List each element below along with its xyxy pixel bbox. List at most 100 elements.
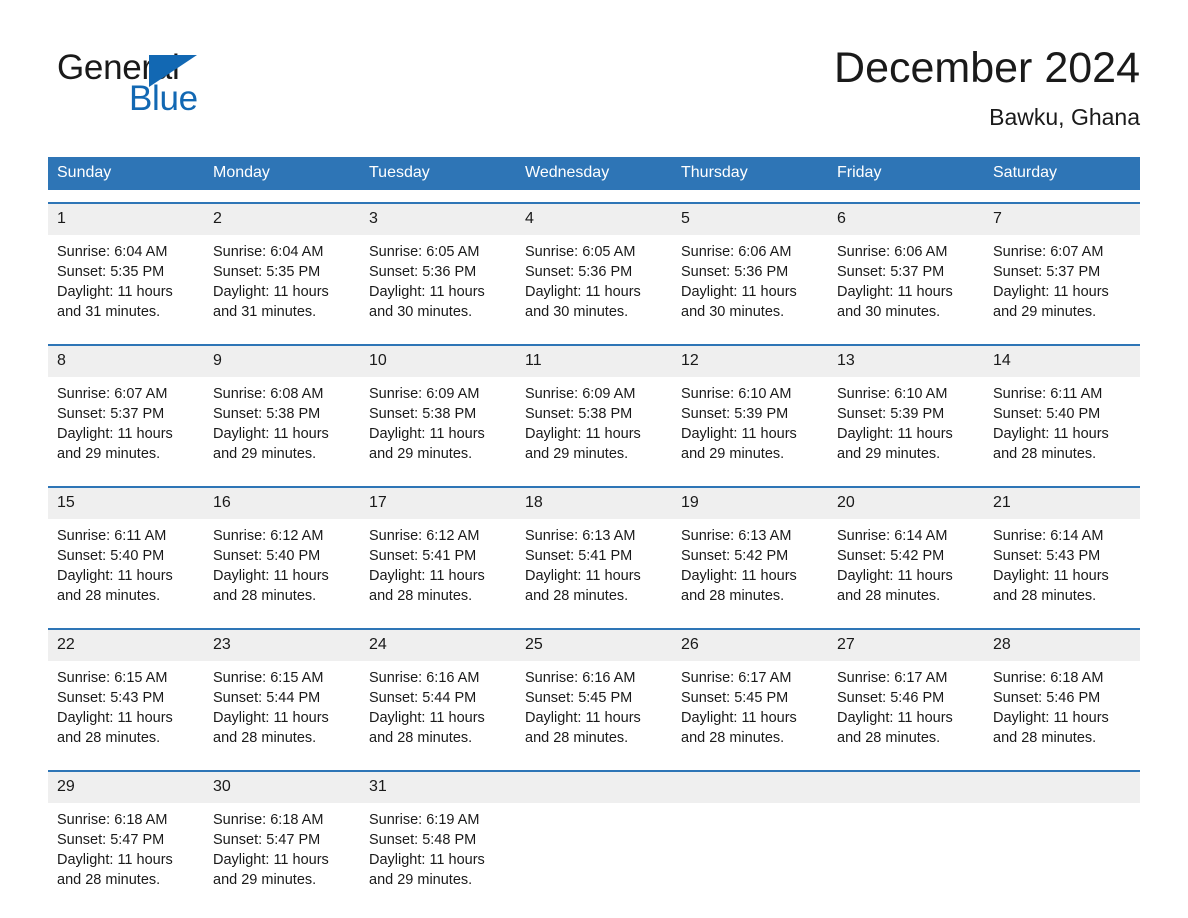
daylight-text: Daylight: 11 hours and 30 minutes. [525, 284, 641, 320]
weekday-header-thursday: Thursday [681, 164, 748, 181]
day-cell: Sunrise: 6:15 AM Sunset: 5:43 PM Dayligh… [48, 661, 204, 758]
sunrise-text: Sunrise: 6:07 AM [993, 244, 1104, 260]
day-number[interactable]: 28 [984, 630, 1140, 661]
day-number[interactable]: 18 [516, 488, 672, 519]
sunset-text: Sunset: 5:37 PM [993, 264, 1101, 280]
sunset-text: Sunset: 5:38 PM [369, 406, 477, 422]
sunset-text: Sunset: 5:40 PM [57, 548, 165, 564]
day-number[interactable]: 15 [48, 488, 204, 519]
daylight-text: Daylight: 11 hours and 28 minutes. [993, 710, 1109, 746]
day-cell: Sunrise: 6:05 AM Sunset: 5:36 PM Dayligh… [516, 235, 672, 332]
sunrise-text: Sunrise: 6:18 AM [57, 812, 168, 828]
day-number[interactable]: 23 [204, 630, 360, 661]
sunset-text: Sunset: 5:42 PM [681, 548, 789, 564]
sunrise-text: Sunrise: 6:05 AM [525, 244, 636, 260]
sunrise-text: Sunrise: 6:10 AM [681, 386, 792, 402]
sunrise-text: Sunrise: 6:04 AM [57, 244, 168, 260]
day-number[interactable]: 20 [828, 488, 984, 519]
day-number[interactable]: 21 [984, 488, 1140, 519]
day-number[interactable]: 22 [48, 630, 204, 661]
day-number[interactable]: 8 [48, 346, 204, 377]
day-number[interactable]: 30 [204, 772, 360, 803]
week-date-band: 15 16 17 18 19 20 21 [48, 488, 1140, 519]
day-number[interactable]: 9 [204, 346, 360, 377]
sunrise-text: Sunrise: 6:10 AM [837, 386, 948, 402]
day-cell: Sunrise: 6:17 AM Sunset: 5:46 PM Dayligh… [828, 661, 984, 758]
day-cell: Sunrise: 6:13 AM Sunset: 5:41 PM Dayligh… [516, 519, 672, 616]
daylight-text: Daylight: 11 hours and 28 minutes. [57, 710, 173, 746]
daylight-text: Daylight: 11 hours and 28 minutes. [681, 710, 797, 746]
day-number[interactable]: 24 [360, 630, 516, 661]
weekday-header-monday: Monday [213, 164, 270, 181]
day-number[interactable]: 3 [360, 204, 516, 235]
daylight-text: Daylight: 11 hours and 28 minutes. [993, 426, 1109, 462]
day-number[interactable]: 25 [516, 630, 672, 661]
sunrise-text: Sunrise: 6:12 AM [213, 528, 324, 544]
logo-text-blue: Blue [129, 79, 198, 118]
day-number[interactable]: 14 [984, 346, 1140, 377]
day-number[interactable]: 11 [516, 346, 672, 377]
day-number[interactable]: 7 [984, 204, 1140, 235]
weekday-header-sunday: Sunday [57, 164, 112, 181]
day-number[interactable]: 29 [48, 772, 204, 803]
day-number[interactable]: 6 [828, 204, 984, 235]
sunset-text: Sunset: 5:47 PM [57, 832, 165, 848]
day-number[interactable]: 19 [672, 488, 828, 519]
day-number[interactable]: 10 [360, 346, 516, 377]
sunset-text: Sunset: 5:41 PM [525, 548, 633, 564]
sunrise-text: Sunrise: 6:11 AM [57, 528, 167, 544]
sunset-text: Sunset: 5:46 PM [837, 690, 945, 706]
day-number[interactable]: 4 [516, 204, 672, 235]
daylight-text: Daylight: 11 hours and 28 minutes. [369, 710, 485, 746]
daylight-text: Daylight: 11 hours and 29 minutes. [57, 426, 173, 462]
day-cell-empty [828, 803, 984, 900]
week-date-band: 22 23 24 25 26 27 28 [48, 630, 1140, 661]
daylight-text: Daylight: 11 hours and 28 minutes. [837, 568, 953, 604]
day-number[interactable]: 27 [828, 630, 984, 661]
day-cell: Sunrise: 6:15 AM Sunset: 5:44 PM Dayligh… [204, 661, 360, 758]
sunrise-text: Sunrise: 6:13 AM [681, 528, 792, 544]
daylight-text: Daylight: 11 hours and 28 minutes. [57, 568, 173, 604]
day-number[interactable]: 17 [360, 488, 516, 519]
daylight-text: Daylight: 11 hours and 29 minutes. [837, 426, 953, 462]
weekday-header-friday: Friday [837, 164, 882, 181]
sunrise-text: Sunrise: 6:12 AM [369, 528, 480, 544]
calendar-week-row: 15 16 17 18 19 20 21 Sunrise: 6:11 AM Su… [48, 486, 1140, 616]
day-cell: Sunrise: 6:13 AM Sunset: 5:42 PM Dayligh… [672, 519, 828, 616]
day-number[interactable]: 5 [672, 204, 828, 235]
day-cell: Sunrise: 6:05 AM Sunset: 5:36 PM Dayligh… [360, 235, 516, 332]
day-cell-empty [672, 803, 828, 900]
daylight-text: Daylight: 11 hours and 28 minutes. [525, 568, 641, 604]
sunrise-text: Sunrise: 6:19 AM [369, 812, 480, 828]
day-number[interactable]: 1 [48, 204, 204, 235]
day-cell: Sunrise: 6:16 AM Sunset: 5:45 PM Dayligh… [516, 661, 672, 758]
sunrise-text: Sunrise: 6:11 AM [993, 386, 1103, 402]
sunset-text: Sunset: 5:39 PM [837, 406, 945, 422]
sunset-text: Sunset: 5:38 PM [213, 406, 321, 422]
day-number[interactable]: 26 [672, 630, 828, 661]
daylight-text: Daylight: 11 hours and 29 minutes. [213, 852, 329, 888]
day-cell: Sunrise: 6:10 AM Sunset: 5:39 PM Dayligh… [828, 377, 984, 474]
day-cell: Sunrise: 6:18 AM Sunset: 5:47 PM Dayligh… [48, 803, 204, 900]
sunset-text: Sunset: 5:45 PM [681, 690, 789, 706]
day-number[interactable]: 12 [672, 346, 828, 377]
day-cell: Sunrise: 6:12 AM Sunset: 5:40 PM Dayligh… [204, 519, 360, 616]
day-cell: Sunrise: 6:11 AM Sunset: 5:40 PM Dayligh… [48, 519, 204, 616]
day-number[interactable]: 16 [204, 488, 360, 519]
day-number[interactable]: 13 [828, 346, 984, 377]
day-cell: Sunrise: 6:17 AM Sunset: 5:45 PM Dayligh… [672, 661, 828, 758]
sunset-text: Sunset: 5:45 PM [525, 690, 633, 706]
sunrise-text: Sunrise: 6:06 AM [837, 244, 948, 260]
weekday-header-row: Sunday Monday Tuesday Wednesday Thursday… [48, 157, 1140, 190]
day-number[interactable]: 2 [204, 204, 360, 235]
day-number[interactable]: 31 [360, 772, 516, 803]
daylight-text: Daylight: 11 hours and 28 minutes. [993, 568, 1109, 604]
daylight-text: Daylight: 11 hours and 28 minutes. [837, 710, 953, 746]
sunrise-text: Sunrise: 6:18 AM [993, 670, 1104, 686]
sunset-text: Sunset: 5:44 PM [213, 690, 321, 706]
day-cell: Sunrise: 6:19 AM Sunset: 5:48 PM Dayligh… [360, 803, 516, 900]
sunrise-text: Sunrise: 6:08 AM [213, 386, 324, 402]
day-cell: Sunrise: 6:12 AM Sunset: 5:41 PM Dayligh… [360, 519, 516, 616]
day-cell: Sunrise: 6:04 AM Sunset: 5:35 PM Dayligh… [204, 235, 360, 332]
daylight-text: Daylight: 11 hours and 29 minutes. [369, 852, 485, 888]
